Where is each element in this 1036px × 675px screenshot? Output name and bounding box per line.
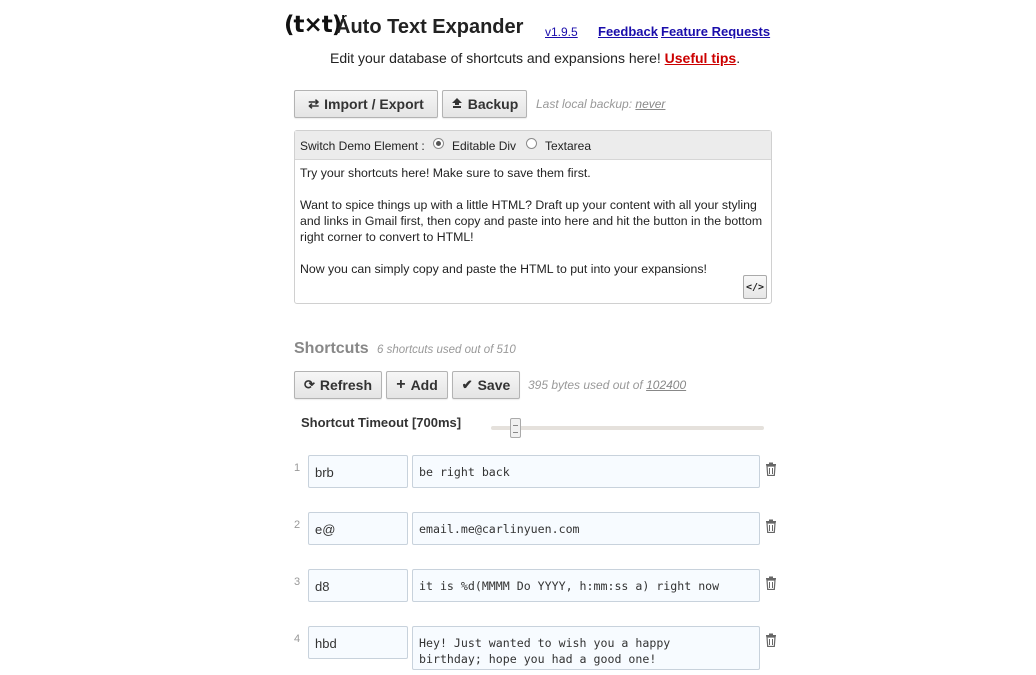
feature-requests-link[interactable]: Feature Requests xyxy=(661,24,770,39)
subtitle-text: Edit your database of shortcuts and expa… xyxy=(330,50,661,66)
expansion-input[interactable]: be right back xyxy=(412,455,760,488)
shortcut-input[interactable]: brb xyxy=(308,455,408,488)
row-number: 4 xyxy=(294,633,301,645)
expansion-input[interactable]: email.me@carlinyuen.com xyxy=(412,512,760,545)
bytes-used-status: 395 bytes used out of 102400 xyxy=(528,378,686,392)
refresh-icon: ⟳ xyxy=(303,377,315,392)
last-backup-link[interactable]: never xyxy=(635,97,665,111)
add-label: Add xyxy=(410,377,438,393)
demo-paragraph: Want to spice things up with a little HT… xyxy=(300,198,763,244)
shortcuts-count: 6 shortcuts used out of 510 xyxy=(377,344,516,356)
row-number: 2 xyxy=(294,519,301,531)
backup-button[interactable]: Backup xyxy=(442,90,527,118)
plus-icon: + xyxy=(396,376,406,393)
textarea-radio[interactable] xyxy=(526,138,537,149)
shortcut-input[interactable]: e@ xyxy=(308,512,408,545)
timeout-slider-handle[interactable] xyxy=(510,418,521,438)
expansion-input[interactable]: it is %d(MMMM Do YYYY, h:mm:ss a) right … xyxy=(412,569,760,602)
refresh-button[interactable]: ⟳ Refresh xyxy=(294,371,382,399)
expansion-input[interactable]: Hey! Just wanted to wish you a happy bir… xyxy=(412,626,760,670)
useful-tips-link[interactable]: Useful tips xyxy=(665,50,737,66)
backup-label: Backup xyxy=(467,96,519,112)
checkmark-icon: ✔ xyxy=(461,377,473,392)
save-button[interactable]: ✔ Save xyxy=(452,371,520,399)
trash-icon[interactable] xyxy=(765,461,777,477)
trash-icon[interactable] xyxy=(765,518,777,534)
demo-paragraph: Try your shortcuts here! Make sure to sa… xyxy=(300,166,591,180)
editable-div-label[interactable]: Editable Div xyxy=(452,139,516,153)
swap-arrows-icon: ⇄ xyxy=(308,96,320,111)
convert-to-html-button[interactable]: </> xyxy=(743,275,767,299)
trash-icon[interactable] xyxy=(765,632,777,648)
trash-icon[interactable] xyxy=(765,575,777,591)
page-subtitle: Edit your database of shortcuts and expa… xyxy=(330,50,740,66)
subtitle-period: . xyxy=(736,50,741,66)
app-title: Auto Text Expander xyxy=(336,16,524,38)
shortcut-input[interactable]: d8 xyxy=(308,569,408,602)
bytes-limit-link[interactable]: 102400 xyxy=(646,378,686,392)
last-backup-label: Last local backup: xyxy=(536,97,633,111)
demo-switch-bar: Switch Demo Element : Editable Div Texta… xyxy=(295,131,771,160)
demo-editable-area[interactable]: Try your shortcuts here! Make sure to sa… xyxy=(300,165,766,293)
feedback-link[interactable]: Feedback xyxy=(598,24,658,39)
row-number: 3 xyxy=(294,576,301,588)
demo-paragraph: Now you can simply copy and paste the HT… xyxy=(300,262,707,276)
version-link[interactable]: v1.9.5 xyxy=(545,25,578,39)
textarea-label[interactable]: Textarea xyxy=(545,139,591,153)
editable-div-radio[interactable] xyxy=(433,138,444,149)
import-export-button[interactable]: ⇄ Import / Export xyxy=(294,90,438,118)
upload-icon xyxy=(451,97,463,112)
demo-panel: Switch Demo Element : Editable Div Texta… xyxy=(294,130,772,304)
timeout-slider-track[interactable] xyxy=(491,426,764,430)
save-label: Save xyxy=(477,377,511,393)
bytes-used-text: 395 bytes used out of xyxy=(528,378,643,392)
shortcuts-heading: Shortcuts xyxy=(294,340,369,357)
logo-text: (t×t) xyxy=(284,12,342,38)
refresh-label: Refresh xyxy=(319,377,373,393)
import-export-label: Import / Export xyxy=(324,96,424,112)
add-button[interactable]: + Add xyxy=(386,371,448,399)
last-backup-status: Last local backup: never xyxy=(536,97,665,111)
shortcut-timeout-label: Shortcut Timeout [700ms] xyxy=(301,415,462,430)
switch-demo-label: Switch Demo Element : xyxy=(300,139,425,153)
shortcut-input[interactable]: hbd xyxy=(308,626,408,659)
row-number: 1 xyxy=(294,462,301,474)
